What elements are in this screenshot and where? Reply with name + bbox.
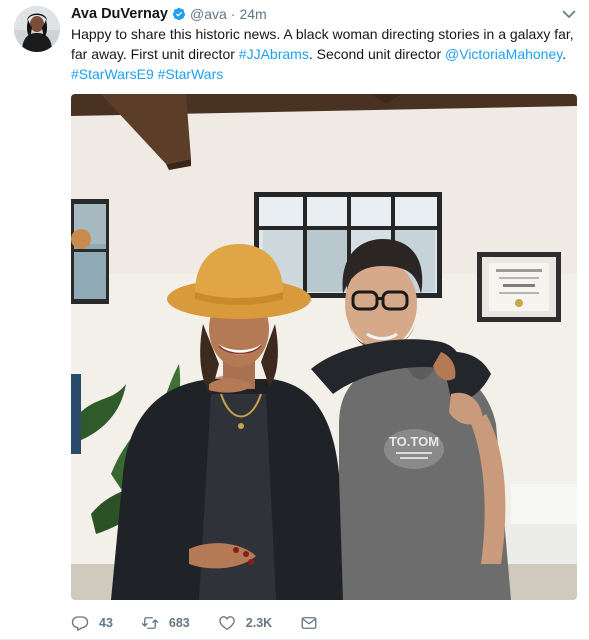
like-button[interactable]: 2.3K [218, 614, 272, 632]
tweet-text: Happy to share this historic news. A bla… [71, 24, 576, 84]
tweet: Ava DuVernay @ava · 24m Happy to share t… [0, 0, 589, 640]
tweet-text-part: . Second unit director [308, 46, 446, 62]
hashtag-jjabrams-link[interactable]: #JJAbrams [239, 46, 309, 62]
hashtag-starwars-link[interactable]: #StarWars [158, 66, 224, 82]
author-name[interactable]: Ava DuVernay [71, 6, 168, 22]
avatar[interactable] [14, 6, 60, 52]
verified-badge-icon [172, 7, 186, 21]
like-count: 2.3K [245, 616, 273, 630]
direct-message-button[interactable] [300, 614, 328, 632]
mention-victoriamahoney-link[interactable]: @VictoriaMahoney [445, 46, 562, 62]
tweet-text-part: . [562, 46, 567, 62]
retweet-button[interactable]: 683 [141, 614, 190, 632]
author-handle[interactable]: @ava [190, 6, 227, 22]
shirt-text: TO.TOM [389, 434, 439, 449]
tweet-actions: 43 683 2.3K [71, 612, 356, 634]
tweet-timestamp[interactable]: 24m [239, 6, 266, 22]
reply-button[interactable]: 43 [71, 614, 113, 632]
reply-icon [71, 616, 89, 631]
tweet-photo-image: TO.TOM [71, 94, 577, 600]
heart-icon [218, 616, 235, 631]
avatar-image [14, 6, 60, 52]
tweet-header: Ava DuVernay @ava · 24m [71, 4, 267, 24]
chevron-down-icon[interactable] [561, 6, 577, 22]
hashtag-starwarse9-link[interactable]: #StarWarsE9 [71, 66, 154, 82]
reply-count: 43 [99, 616, 113, 630]
retweet-icon [141, 617, 159, 629]
header-separator: · [230, 6, 236, 22]
envelope-icon [301, 617, 317, 629]
retweet-count: 683 [168, 616, 190, 630]
tweet-photo[interactable]: TO.TOM [71, 94, 577, 600]
